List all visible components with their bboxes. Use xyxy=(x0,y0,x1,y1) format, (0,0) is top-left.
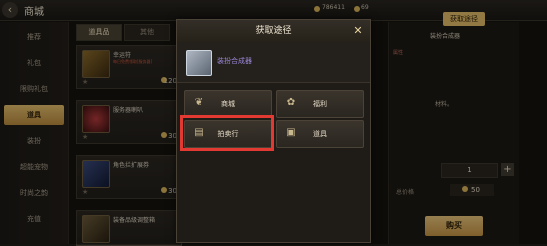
target-item-row: 装扮合成器 xyxy=(177,42,370,83)
source-label: 福利 xyxy=(313,100,327,108)
target-item-name: 装扮合成器 xyxy=(217,57,252,65)
source-item-button[interactable]: ▣ 道具 xyxy=(276,120,364,148)
modal-title: 获取途径 xyxy=(255,26,292,36)
source-welfare-button[interactable]: ✿ 福利 xyxy=(276,90,364,118)
source-label: 道具 xyxy=(313,130,327,138)
modal-header: 获取途径 ✕ xyxy=(177,20,370,43)
item-box-icon xyxy=(186,50,212,76)
source-shop-button[interactable]: ❦ 商城 xyxy=(184,90,272,118)
acquire-source-modal: 获取途径 ✕ 装扮合成器 ❦ 商城 ✿ 福利 ▤ 拍卖行 ▣ 道具 xyxy=(176,19,371,243)
source-label: 商城 xyxy=(221,100,235,108)
close-x-icon[interactable]: ✕ xyxy=(350,23,366,39)
highlight-box xyxy=(180,115,274,151)
